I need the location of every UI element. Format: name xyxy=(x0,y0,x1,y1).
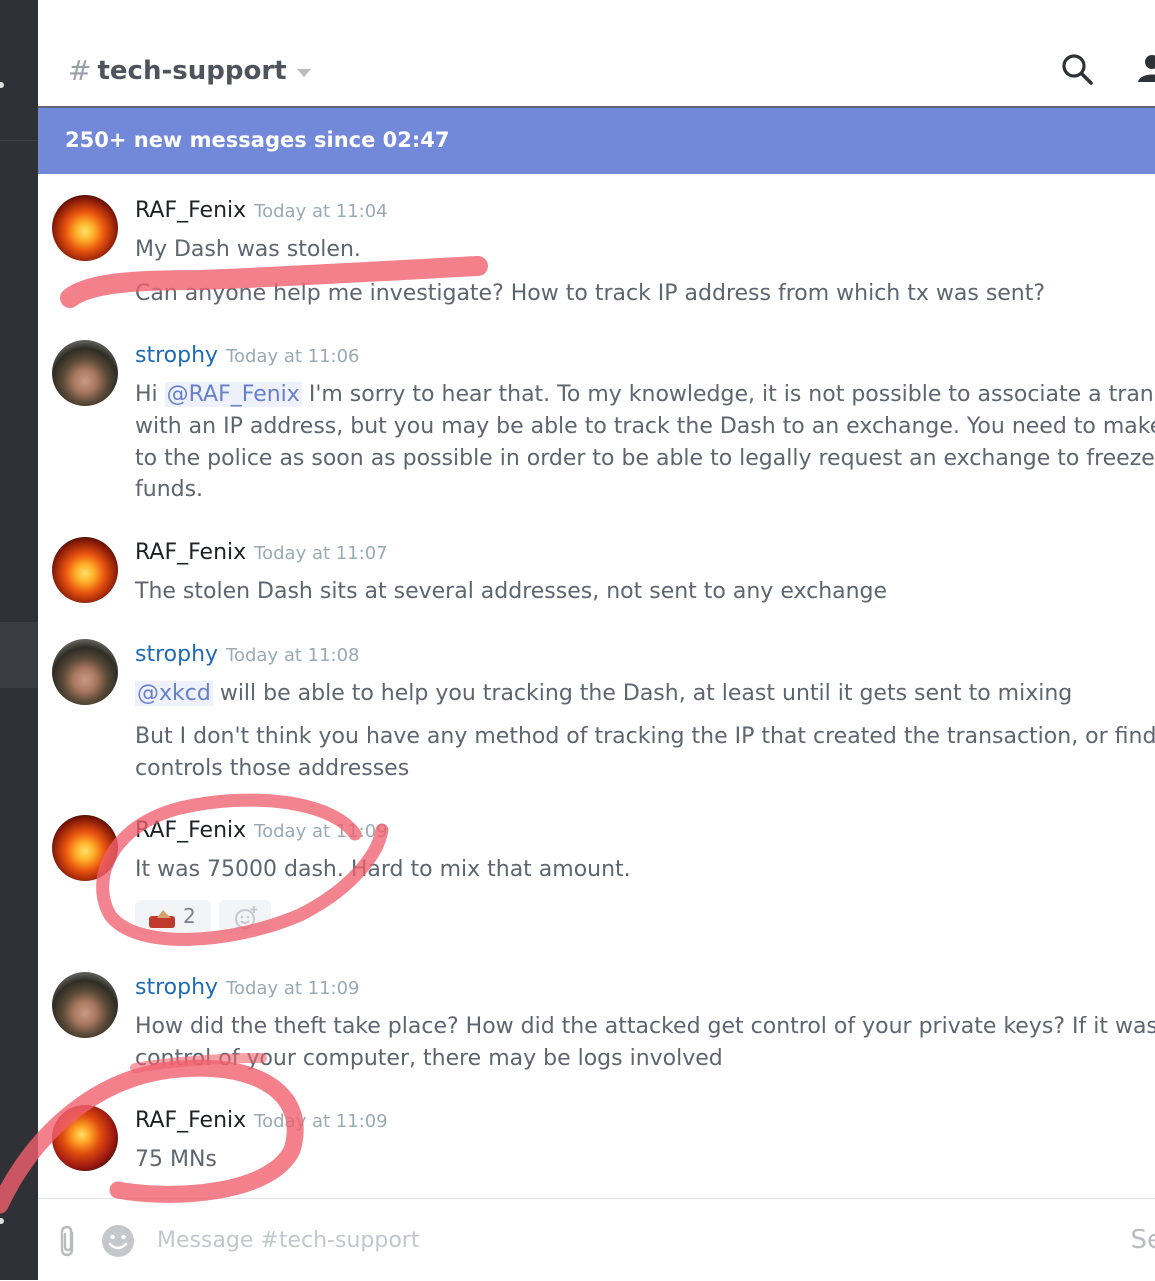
sidebar-indicator xyxy=(0,82,4,88)
message-timestamp: Today at 11:04 xyxy=(254,201,387,222)
money-bag-emoji xyxy=(149,908,177,928)
message-author[interactable]: RAF_Fenix Today at 11:07 xyxy=(135,540,388,565)
sidebar-divider xyxy=(0,140,38,141)
author-name[interactable]: strophy xyxy=(135,642,218,667)
search-icon[interactable] xyxy=(1060,52,1094,86)
message-author[interactable]: RAF_Fenix Today at 11:09 xyxy=(135,1108,388,1133)
message-text-part: will be able to help you tracking the Da… xyxy=(220,681,1072,706)
message-text: 75 MNs xyxy=(135,1144,217,1176)
message-timestamp: Today at 11:09 xyxy=(226,978,359,999)
message-text: How did the theft take place? How did th… xyxy=(135,1011,1155,1043)
sidebar-selected-item[interactable] xyxy=(0,622,38,688)
author-name[interactable]: strophy xyxy=(135,343,218,368)
author-name[interactable]: strophy xyxy=(135,975,218,1000)
message-composer[interactable]: Message #tech-support Se xyxy=(38,1198,1155,1281)
phoenix-avatar[interactable] xyxy=(52,1105,118,1171)
message-text: But I don't think you have any method of… xyxy=(135,721,1155,753)
message-text: control of your computer, there may be l… xyxy=(135,1043,723,1075)
paperclip-icon[interactable] xyxy=(58,1225,78,1257)
members-icon[interactable] xyxy=(1136,52,1155,86)
message-text: to the police as soon as possible in ord… xyxy=(135,443,1155,475)
message-text: @xkcd will be able to help you tracking … xyxy=(135,678,1072,710)
message-timestamp: Today at 11:07 xyxy=(254,543,387,564)
phoenix-avatar[interactable] xyxy=(52,815,118,881)
send-button[interactable]: Se xyxy=(1131,1225,1155,1255)
sidebar-indicator-bottom xyxy=(0,1218,4,1224)
message-author[interactable]: RAF_Fenix Today at 11:09 xyxy=(135,818,388,843)
add-reaction-icon xyxy=(233,905,259,931)
message-text-part: Hi xyxy=(135,382,158,407)
person-avatar[interactable] xyxy=(52,340,118,406)
message-text: My Dash was stolen. xyxy=(135,234,361,266)
message-text: The stolen Dash sits at several addresse… xyxy=(135,576,887,608)
channel-header: # tech-support xyxy=(38,0,1155,108)
reaction-button[interactable]: 2 xyxy=(135,900,211,934)
phoenix-avatar[interactable] xyxy=(52,195,118,261)
channel-name: tech-support xyxy=(97,56,286,86)
message-text: with an IP address, but you may be able … xyxy=(135,411,1155,443)
person-avatar[interactable] xyxy=(52,972,118,1038)
message-author[interactable]: strophy Today at 11:09 xyxy=(135,975,360,1000)
message-timestamp: Today at 11:06 xyxy=(226,346,359,367)
author-name[interactable]: RAF_Fenix xyxy=(135,198,246,223)
reaction-count: 2 xyxy=(183,904,196,928)
user-mention[interactable]: @RAF_Fenix xyxy=(165,382,302,407)
user-mention[interactable]: @xkcd xyxy=(135,681,213,706)
message-timestamp: Today at 11:09 xyxy=(254,1111,387,1132)
author-name[interactable]: RAF_Fenix xyxy=(135,1108,246,1133)
channel-title[interactable]: # tech-support xyxy=(68,54,311,87)
chevron-down-icon[interactable] xyxy=(297,69,311,77)
new-messages-banner[interactable]: 250+ new messages since 02:47 xyxy=(38,108,1155,174)
hash-icon: # xyxy=(68,54,91,87)
phoenix-avatar[interactable] xyxy=(52,537,118,603)
message-text: It was 75000 dash. Hard to mix that amou… xyxy=(135,854,631,886)
message-text: Can anyone help me investigate? How to t… xyxy=(135,278,1045,310)
message-text: Hi @RAF_Fenix I'm sorry to hear that. To… xyxy=(135,379,1155,411)
new-messages-text: 250+ new messages since 02:47 xyxy=(65,128,450,152)
add-reaction-button[interactable] xyxy=(219,900,271,934)
message-text: controls those addresses xyxy=(135,753,409,785)
message-author[interactable]: strophy Today at 11:08 xyxy=(135,642,360,667)
message-timestamp: Today at 11:08 xyxy=(226,645,359,666)
message-input[interactable]: Message #tech-support xyxy=(157,1228,419,1253)
message-list: RAF_Fenix Today at 11:04 My Dash was stol… xyxy=(38,174,1155,1198)
server-sidebar xyxy=(0,0,38,1280)
message-author[interactable]: RAF_Fenix Today at 11:04 xyxy=(135,198,388,223)
message-text: funds. xyxy=(135,474,203,506)
author-name[interactable]: RAF_Fenix xyxy=(135,540,246,565)
message-text-part: I'm sorry to hear that. To my knowledge,… xyxy=(309,382,1155,407)
message-timestamp: Today at 11:09 xyxy=(254,821,387,842)
person-avatar[interactable] xyxy=(52,639,118,705)
message-author[interactable]: strophy Today at 11:06 xyxy=(135,343,360,368)
author-name[interactable]: RAF_Fenix xyxy=(135,818,246,843)
emoji-icon[interactable] xyxy=(100,1223,136,1259)
